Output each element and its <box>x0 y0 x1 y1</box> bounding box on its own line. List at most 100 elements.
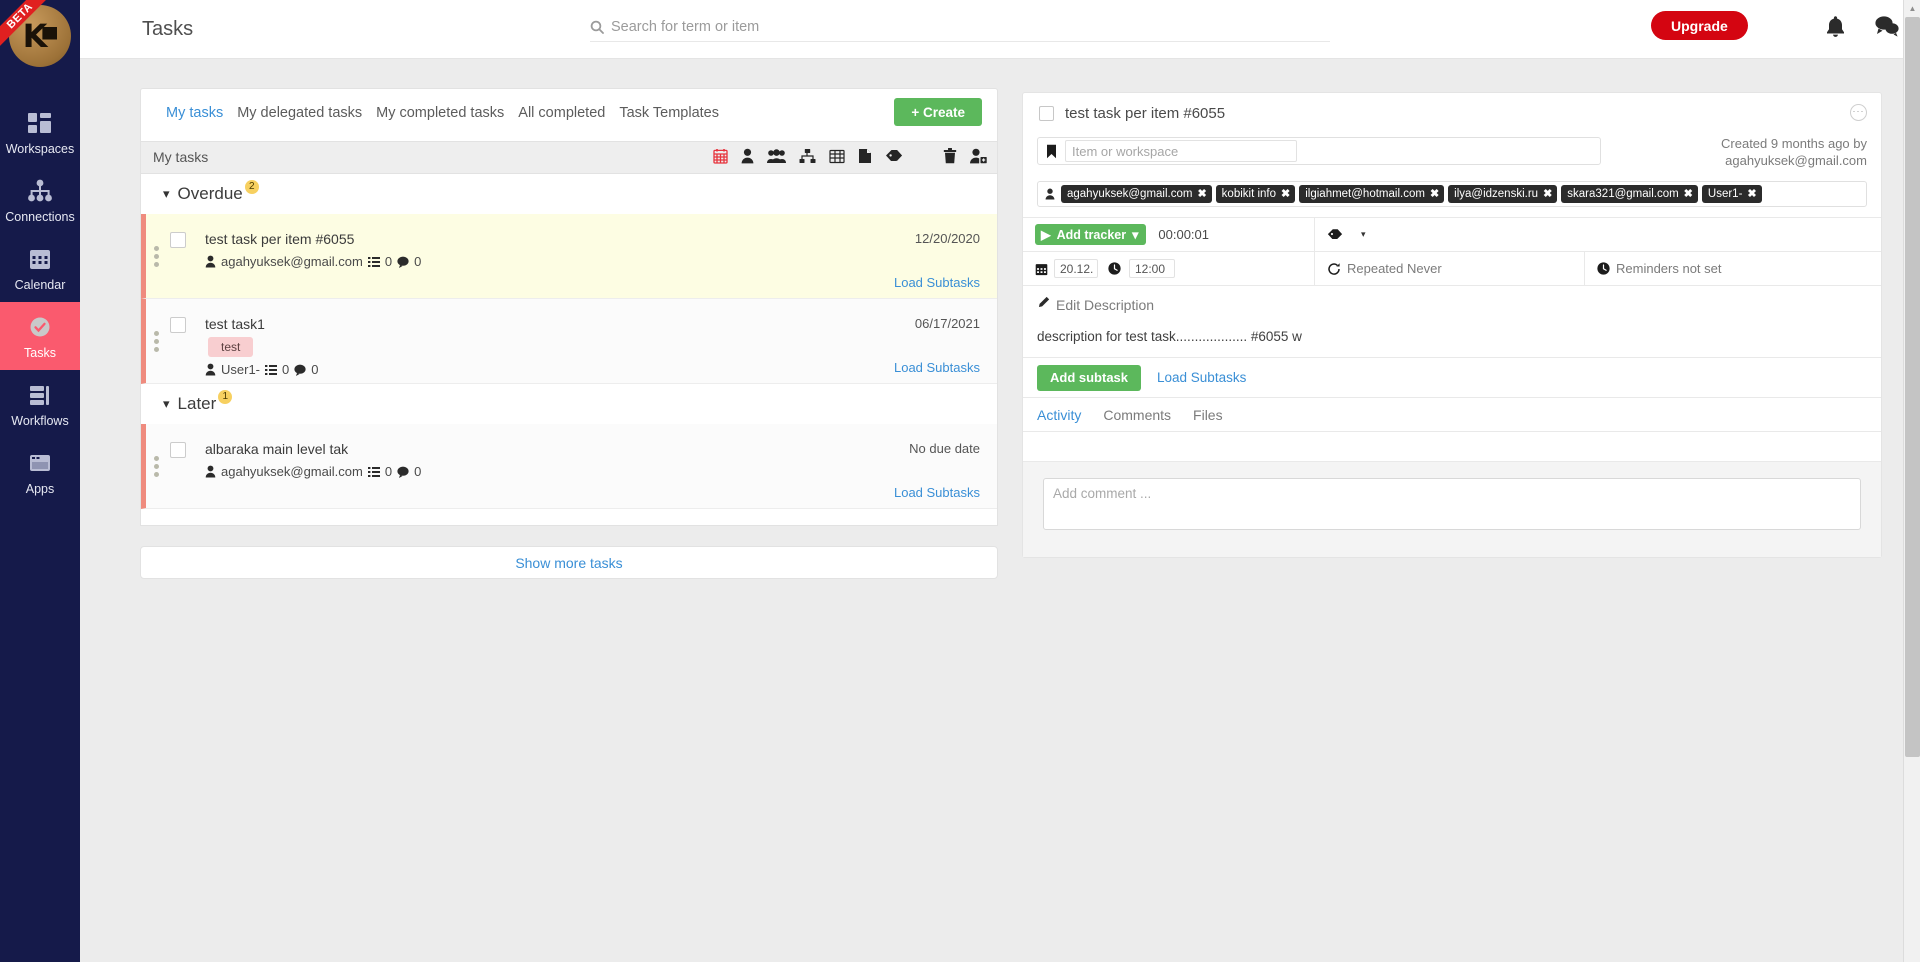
page-scrollbar[interactable]: ▲ <box>1903 0 1920 962</box>
sidebar-item-tasks[interactable]: Tasks <box>0 302 80 370</box>
sidebar-item-workspaces[interactable]: Workspaces <box>0 98 80 166</box>
tag-cell: ▾ <box>1315 218 1881 251</box>
ellipsis-icon[interactable]: ··· <box>1850 104 1867 121</box>
task-meta: agahyuksek@gmail.com 0 0 <box>205 464 421 479</box>
comment-composer <box>1023 461 1881 557</box>
task-group-name: Overdue <box>177 184 243 203</box>
load-subtasks-link[interactable]: Load Subtasks <box>894 485 980 500</box>
subtask-bar: Add subtask Load Subtasks <box>1023 357 1881 397</box>
tag-icon[interactable] <box>885 149 903 164</box>
tracker-row: ▶ Add tracker ▾ 00:00:01 ▾ <box>1023 217 1881 251</box>
tab-my-delegated-tasks[interactable]: My delegated tasks <box>230 105 369 121</box>
task-assignee: agahyuksek@gmail.com <box>221 464 363 479</box>
sidebar: K BETA Workspaces Connections Calendar T… <box>0 0 80 962</box>
user-icon[interactable] <box>741 148 754 164</box>
status-badge[interactable]: test <box>208 337 254 357</box>
create-button[interactable]: + Create <box>894 98 982 126</box>
close-icon[interactable]: ✖ <box>1430 187 1439 200</box>
task-checkbox[interactable] <box>170 232 186 248</box>
workspace-input[interactable] <box>1065 140 1297 162</box>
table-icon[interactable] <box>829 149 845 164</box>
page-title: Tasks <box>142 18 194 40</box>
assignee-chip[interactable]: skara321@gmail.com ✖ <box>1561 185 1698 203</box>
add-user-icon[interactable] <box>970 148 987 164</box>
show-more-tasks-button[interactable]: Show more tasks <box>140 546 998 579</box>
assignee-chip[interactable]: User1- ✖ <box>1701 185 1762 203</box>
chat-icon[interactable] <box>1875 15 1899 42</box>
document-icon[interactable] <box>858 148 872 164</box>
task-subtask-count: 0 <box>384 464 393 479</box>
task-checkbox[interactable] <box>170 317 186 333</box>
task-title[interactable]: albaraka main level tak <box>205 441 348 457</box>
scroll-up-arrow-icon[interactable]: ▲ <box>1904 0 1920 17</box>
assignee-chip[interactable]: kobikit info ✖ <box>1215 185 1296 203</box>
comment-input[interactable] <box>1043 478 1861 530</box>
sidebar-item-workflows[interactable]: Workflows <box>0 370 80 438</box>
due-time-input[interactable] <box>1129 259 1175 278</box>
scrollbar-thumb[interactable] <box>1905 17 1920 757</box>
task-group-header[interactable]: ▾ Later 1 <box>141 384 997 424</box>
task-title[interactable]: test task per item #6055 <box>205 231 354 247</box>
table-row[interactable]: test task1 06/17/2021 test User1- 0 0 Lo… <box>141 299 997 384</box>
due-date-cell <box>1023 252 1315 285</box>
drag-handle-icon[interactable] <box>154 331 159 352</box>
user-icon <box>205 465 216 478</box>
detail-task-checkbox[interactable] <box>1039 106 1054 121</box>
sidebar-item-apps[interactable]: Apps <box>0 438 80 506</box>
reminder-cell[interactable]: Reminders not set <box>1585 252 1879 285</box>
sidebar-item-connections[interactable]: Connections <box>0 166 80 234</box>
tag-icon[interactable] <box>1327 228 1343 242</box>
calendar-icon[interactable] <box>713 148 728 164</box>
close-icon[interactable]: ✖ <box>1747 187 1756 200</box>
table-row[interactable]: albaraka main level tak No due date agah… <box>141 424 997 509</box>
assignee-chip[interactable]: ilgiahmet@hotmail.com ✖ <box>1299 185 1445 203</box>
close-icon[interactable]: ✖ <box>1197 187 1206 200</box>
user-icon <box>1045 188 1055 200</box>
task-group-header[interactable]: ▾ Overdue 2 <box>141 174 997 214</box>
app-logo[interactable]: K BETA <box>0 0 80 72</box>
tab-all-completed[interactable]: All completed <box>511 105 612 121</box>
workspace-field[interactable] <box>1037 137 1601 165</box>
search-input[interactable] <box>611 18 1301 35</box>
load-subtasks-link[interactable]: Load Subtasks <box>1157 370 1246 385</box>
tab-comments[interactable]: Comments <box>1103 407 1171 423</box>
tab-activity[interactable]: Activity <box>1037 407 1081 423</box>
task-due-date: No due date <box>909 441 980 456</box>
repeat-icon <box>1327 262 1341 276</box>
group-icon[interactable] <box>767 148 786 164</box>
sidebar-nav: Workspaces Connections Calendar Tasks Wo… <box>0 98 80 506</box>
bell-icon[interactable] <box>1825 15 1846 43</box>
tab-task-templates[interactable]: Task Templates <box>612 105 726 121</box>
close-icon[interactable]: ✖ <box>1281 187 1290 200</box>
task-title[interactable]: test task1 <box>205 316 265 332</box>
search-box[interactable] <box>590 12 1330 42</box>
reminder-label: Reminders not set <box>1616 261 1722 276</box>
tag-dropdown-button[interactable]: ▾ <box>1361 229 1366 240</box>
tab-my-tasks[interactable]: My tasks <box>159 105 230 121</box>
hierarchy-icon[interactable] <box>799 148 816 164</box>
load-subtasks-link[interactable]: Load Subtasks <box>894 360 980 375</box>
assignee-chip[interactable]: agahyuksek@gmail.com ✖ <box>1061 185 1212 203</box>
task-checkbox[interactable] <box>170 442 186 458</box>
drag-handle-icon[interactable] <box>154 456 159 477</box>
edit-description-button[interactable]: Edit Description <box>1037 296 1867 314</box>
upgrade-button[interactable]: Upgrade <box>1651 11 1748 40</box>
repeat-cell[interactable]: Repeated Never <box>1315 252 1585 285</box>
detail-header: test task per item #6055 ··· <box>1023 93 1881 135</box>
assignee-field[interactable]: agahyuksek@gmail.com ✖ kobikit info ✖ il… <box>1037 181 1867 207</box>
due-date-input[interactable] <box>1054 259 1098 278</box>
comment-icon <box>294 364 306 376</box>
close-icon[interactable]: ✖ <box>1543 187 1552 200</box>
table-row[interactable]: test task per item #6055 12/20/2020 agah… <box>141 214 997 299</box>
add-subtask-button[interactable]: Add subtask <box>1037 364 1142 391</box>
load-subtasks-link[interactable]: Load Subtasks <box>894 275 980 290</box>
task-due-date: 12/20/2020 <box>914 231 980 246</box>
tab-files[interactable]: Files <box>1193 407 1223 423</box>
trash-icon[interactable] <box>943 148 957 164</box>
assignee-chip[interactable]: ilya@idzenski.ru ✖ <box>1448 185 1558 203</box>
add-tracker-button[interactable]: ▶ Add tracker ▾ <box>1035 224 1147 245</box>
drag-handle-icon[interactable] <box>154 246 159 267</box>
tab-my-completed-tasks[interactable]: My completed tasks <box>369 105 511 121</box>
close-icon[interactable]: ✖ <box>1684 187 1693 200</box>
sidebar-item-calendar[interactable]: Calendar <box>0 234 80 302</box>
